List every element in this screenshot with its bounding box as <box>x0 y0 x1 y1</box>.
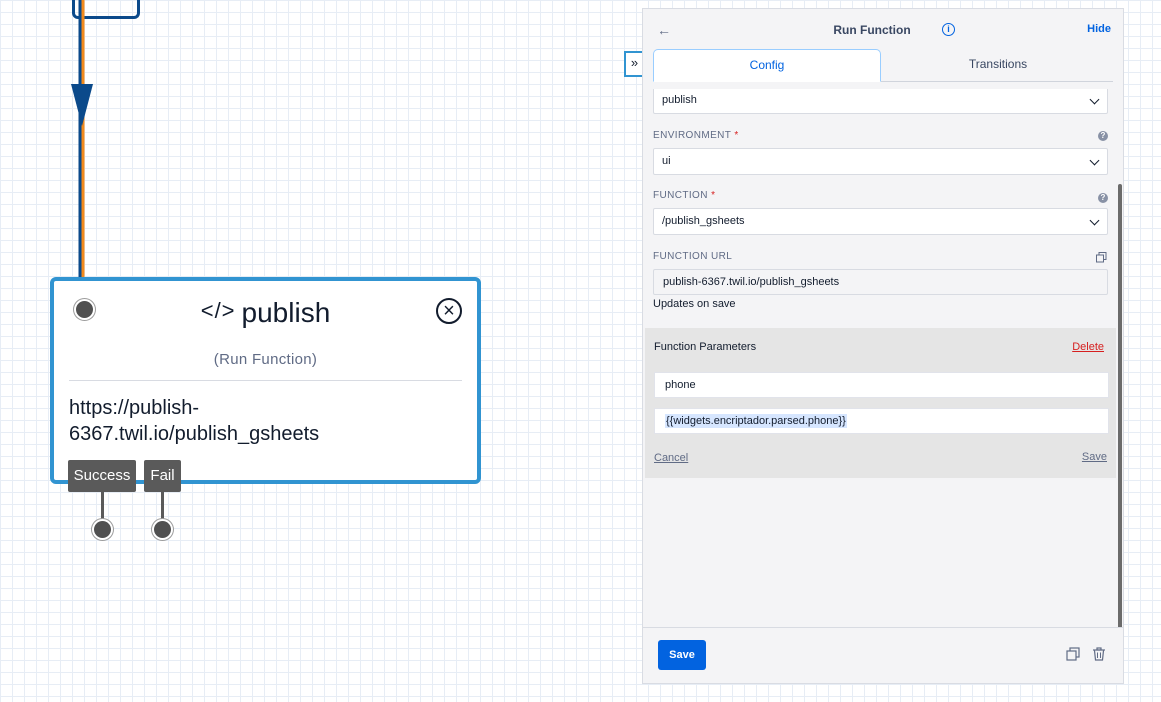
widget-type-label: (Run Function) <box>213 351 318 368</box>
widget-title-text: publish <box>241 297 331 328</box>
function-select-value: /publish_gsheets <box>662 215 745 227</box>
function-parameters-section: Function Parameters Delete phone {{widge… <box>645 328 1116 478</box>
save-parameter-link[interactable]: Save <box>1082 451 1107 463</box>
help-icon[interactable]: ? <box>1098 131 1108 141</box>
widget-divider <box>69 380 462 381</box>
environment-label: ENVIRONMENT * <box>653 130 739 141</box>
copy-icon[interactable] <box>1096 252 1107 263</box>
fail-output-port[interactable] <box>154 521 171 538</box>
widget-url-line-2: 6367.twil.io/publish_gsheets <box>69 423 320 445</box>
help-icon[interactable]: ? <box>1098 193 1108 203</box>
required-marker: * <box>734 130 739 141</box>
function-url-field: publish-6367.twil.io/publish_gsheets <box>653 269 1108 295</box>
close-icon[interactable]: × <box>436 298 462 324</box>
widget-url-line-1: https://publish- <box>69 397 200 419</box>
environment-select-value: ui <box>662 155 671 167</box>
hide-button[interactable]: Hide <box>1087 23 1111 35</box>
panel-tabs: Config Transitions <box>653 49 1113 82</box>
panel-footer: Save <box>643 627 1123 683</box>
save-button[interactable]: Save <box>658 640 706 670</box>
transition-fail-button[interactable]: Fail <box>144 460 181 492</box>
success-output-port[interactable] <box>94 521 111 538</box>
run-function-widget[interactable]: </> publish × (Run Function) https://publ… <box>50 277 481 484</box>
environment-select[interactable]: ui <box>653 148 1108 175</box>
tab-transitions[interactable]: Transitions <box>881 49 1115 80</box>
transition-success-button[interactable]: Success <box>68 460 136 492</box>
duplicate-icon[interactable] <box>1066 647 1080 661</box>
connector-arrow-icon <box>71 84 93 126</box>
panel-title: Run Function <box>833 23 911 37</box>
function-parameters-title: Function Parameters <box>654 341 757 353</box>
parameter-key-input[interactable]: phone <box>654 372 1109 398</box>
function-select[interactable]: /publish_gsheets <box>653 208 1108 235</box>
panel-scrollbar[interactable] <box>1118 184 1122 631</box>
widget-config-panel: ← Run Function i Hide Config Transitions… <box>642 8 1124 684</box>
panel-header: ← Run Function i Hide <box>643 9 1123 51</box>
function-url-label: FUNCTION URL <box>653 251 733 262</box>
cancel-parameter-link[interactable]: Cancel <box>654 452 688 464</box>
tab-config[interactable]: Config <box>653 49 881 82</box>
success-port-line <box>101 492 104 522</box>
environment-label-text: ENVIRONMENT <box>653 130 732 141</box>
fail-port-line <box>161 492 164 522</box>
info-icon[interactable]: i <box>942 23 955 36</box>
widget-function-url: https://publish- 6367.twil.io/publish_gs… <box>69 395 389 447</box>
chevron-down-icon <box>1089 215 1100 226</box>
service-select-value: publish <box>662 94 697 106</box>
required-marker: * <box>711 190 716 201</box>
delete-parameter-link[interactable]: Delete <box>1072 341 1104 353</box>
function-label: FUNCTION * <box>653 190 715 201</box>
function-url-note: Updates on save <box>653 298 736 310</box>
chevron-down-icon <box>1089 155 1100 166</box>
parameter-value-text: {{widgets.encriptador.parsed.phone}} <box>665 414 847 428</box>
function-code-icon: </> <box>200 298 236 323</box>
service-select[interactable]: publish <box>653 89 1108 114</box>
chevron-down-icon <box>1089 94 1100 105</box>
widget-title: </> publish <box>54 297 477 329</box>
function-label-text: FUNCTION <box>653 190 708 201</box>
parameter-value-input[interactable]: {{widgets.encriptador.parsed.phone}} <box>654 408 1109 434</box>
config-form: publish ENVIRONMENT * ? ui FUNCTION * ? … <box>643 89 1123 629</box>
trash-icon[interactable] <box>1092 647 1106 661</box>
